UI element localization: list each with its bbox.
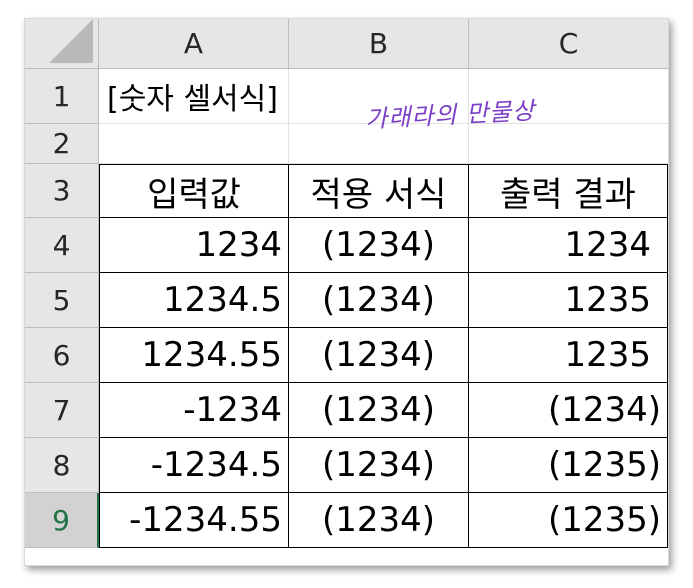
row-header-4[interactable]: 4 bbox=[25, 218, 99, 273]
column-header-c[interactable]: C bbox=[469, 19, 668, 69]
column-header-a[interactable]: A bbox=[99, 19, 289, 69]
row-header-8[interactable]: 8 bbox=[25, 438, 99, 493]
cell-b5[interactable]: (1234) bbox=[289, 273, 469, 328]
cell-a6[interactable]: 1234.55 bbox=[99, 328, 289, 383]
cell-c6[interactable]: 1235 bbox=[469, 328, 668, 383]
cell-b9[interactable]: (1234) bbox=[289, 493, 469, 548]
row-header-2[interactable]: 2 bbox=[25, 124, 99, 164]
cell-a7[interactable]: -1234 bbox=[99, 383, 289, 438]
cell-a4[interactable]: 1234 bbox=[99, 218, 289, 273]
cell-a2[interactable] bbox=[99, 124, 289, 164]
cell-c5[interactable]: 1235 bbox=[469, 273, 668, 328]
select-all-triangle-icon bbox=[49, 19, 93, 63]
row-header-5[interactable]: 5 bbox=[25, 273, 99, 328]
cell-b8[interactable]: (1234) bbox=[289, 438, 469, 493]
spreadsheet-window: A B C 1 [숫자 셀서식] 2 3 입력값 적용 서식 출력 결과 4 1… bbox=[24, 18, 669, 566]
cell-c3[interactable]: 출력 결과 bbox=[469, 164, 668, 218]
row-header-1[interactable]: 1 bbox=[25, 69, 99, 124]
select-all-corner[interactable] bbox=[25, 19, 99, 69]
cell-a3[interactable]: 입력값 bbox=[99, 164, 289, 218]
column-header-b[interactable]: B bbox=[289, 19, 469, 69]
spreadsheet-grid: A B C 1 [숫자 셀서식] 2 3 입력값 적용 서식 출력 결과 4 1… bbox=[25, 19, 668, 548]
cell-a9[interactable]: -1234.55 bbox=[99, 493, 289, 548]
cell-c9[interactable]: (1235) bbox=[469, 493, 668, 548]
cell-b7[interactable]: (1234) bbox=[289, 383, 469, 438]
row-header-9[interactable]: 9 bbox=[25, 493, 99, 548]
cell-c7[interactable]: (1234) bbox=[469, 383, 668, 438]
cell-c2[interactable] bbox=[469, 124, 668, 164]
cell-a5[interactable]: 1234.5 bbox=[99, 273, 289, 328]
cell-a8[interactable]: -1234.5 bbox=[99, 438, 289, 493]
row-header-6[interactable]: 6 bbox=[25, 328, 99, 383]
cell-a1[interactable]: [숫자 셀서식] bbox=[99, 69, 289, 124]
cell-c8[interactable]: (1235) bbox=[469, 438, 668, 493]
cell-b6[interactable]: (1234) bbox=[289, 328, 469, 383]
cell-b3[interactable]: 적용 서식 bbox=[289, 164, 469, 218]
cell-b4[interactable]: (1234) bbox=[289, 218, 469, 273]
cell-c4[interactable]: 1234 bbox=[469, 218, 668, 273]
row-header-7[interactable]: 7 bbox=[25, 383, 99, 438]
row-header-3[interactable]: 3 bbox=[25, 164, 99, 218]
